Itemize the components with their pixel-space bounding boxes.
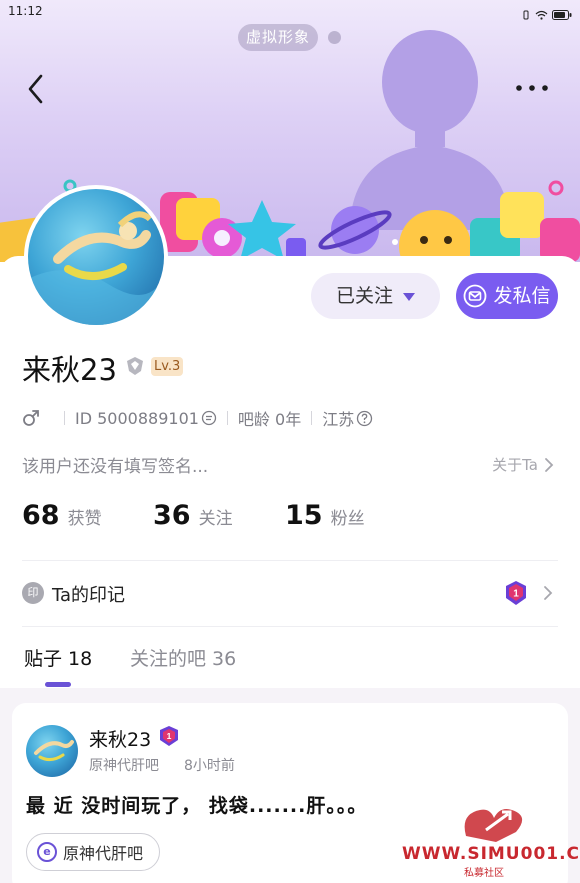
virtual-avatar-dot (328, 31, 341, 44)
divider (64, 411, 65, 425)
about-link[interactable]: 关于Ta (492, 454, 554, 475)
post-medal-number: 1 (167, 731, 172, 741)
divider (226, 411, 228, 425)
watermark-subtext: 私募社区 (464, 868, 504, 879)
virtual-avatar-pill[interactable]: 虚拟形象 (238, 24, 319, 51)
imprint-icon: 印 (22, 582, 44, 604)
post-author-avatar[interactable] (26, 725, 78, 777)
forum-chip-label: 原神代肝吧 (63, 844, 144, 863)
watermark-logo-icon (464, 809, 523, 842)
signature: 该用户还没有填写签名... (22, 457, 209, 477)
location: 江苏 (322, 410, 355, 429)
stat-fans-value: 15 (285, 500, 323, 531)
back-arrow-icon[interactable] (22, 70, 52, 110)
stat-likes-label: 获赞 (67, 509, 102, 529)
stat-likes[interactable]: 68 获赞 (22, 500, 102, 531)
divider (311, 411, 313, 425)
medal-icon: 1 (506, 581, 526, 605)
watermark-text: WWW.SIMU001.CN (402, 844, 580, 864)
tab-indicator (45, 682, 71, 687)
section-divider (22, 560, 558, 561)
forum-icon: e (37, 842, 57, 862)
post-time: 8小时前 (184, 758, 235, 774)
post-author-name[interactable]: 来秋23 (89, 725, 151, 752)
caret-down-icon (403, 292, 415, 301)
chevron-right-icon (545, 457, 554, 472)
send-message-label: 发私信 (493, 285, 551, 307)
question-icon[interactable] (356, 410, 373, 427)
imprint-row[interactable]: 印 Ta的印记 1 (22, 578, 558, 610)
user-id: ID 5000889101 (75, 408, 199, 428)
avatar[interactable] (24, 185, 168, 329)
vibrate-icon (521, 5, 531, 24)
stat-fans[interactable]: 15 粉丝 (285, 500, 365, 531)
follow-button[interactable]: 已关注 (311, 273, 440, 319)
watermark: WWW.SIMU001.CN 私募社区 (402, 800, 580, 880)
stat-following[interactable]: 36 关注 (153, 500, 233, 531)
level-badge[interactable]: Lv.3 (151, 357, 184, 376)
username: 来秋23 (22, 353, 117, 387)
copy-icon[interactable] (201, 410, 217, 426)
battery-icon (552, 5, 572, 24)
medal-icon: 1 (160, 726, 178, 746)
post-content[interactable]: 最 近 没时间玩了， 找袋.......肝。。。 (26, 791, 367, 818)
follow-button-label: 已关注 (335, 285, 393, 307)
chevron-right-icon (544, 586, 553, 600)
mail-icon (464, 284, 487, 308)
status-time: 11:12 (8, 4, 43, 18)
imprint-label: Ta的印记 (52, 585, 126, 606)
tab-posts[interactable]: 贴子 18 (24, 644, 92, 671)
wifi-icon (535, 5, 548, 24)
status-icons (521, 5, 572, 24)
stat-following-value: 36 (153, 500, 191, 531)
more-dots-icon[interactable] (514, 78, 550, 98)
male-icon (23, 410, 39, 426)
stat-fans-label: 粉丝 (330, 509, 365, 529)
avatar-image (28, 189, 164, 325)
post-forum-source[interactable]: 原神代肝吧 (89, 755, 159, 775)
bar-age: 吧龄 0年 (237, 410, 302, 429)
section-divider (22, 626, 558, 627)
about-link-label: 关于Ta (492, 456, 538, 474)
imprint-medal-number: 1 (513, 589, 519, 600)
shield-icon[interactable] (125, 356, 145, 376)
forum-chip[interactable]: e 原神代肝吧 (26, 833, 161, 871)
stat-likes-value: 68 (22, 500, 60, 531)
tab-followed-forums[interactable]: 关注的吧 36 (130, 644, 236, 671)
profile-meta-row: ID 5000889101 吧龄 0年 江苏 (22, 407, 373, 429)
send-message-button[interactable]: 发私信 (456, 273, 558, 319)
stat-following-label: 关注 (198, 509, 233, 529)
